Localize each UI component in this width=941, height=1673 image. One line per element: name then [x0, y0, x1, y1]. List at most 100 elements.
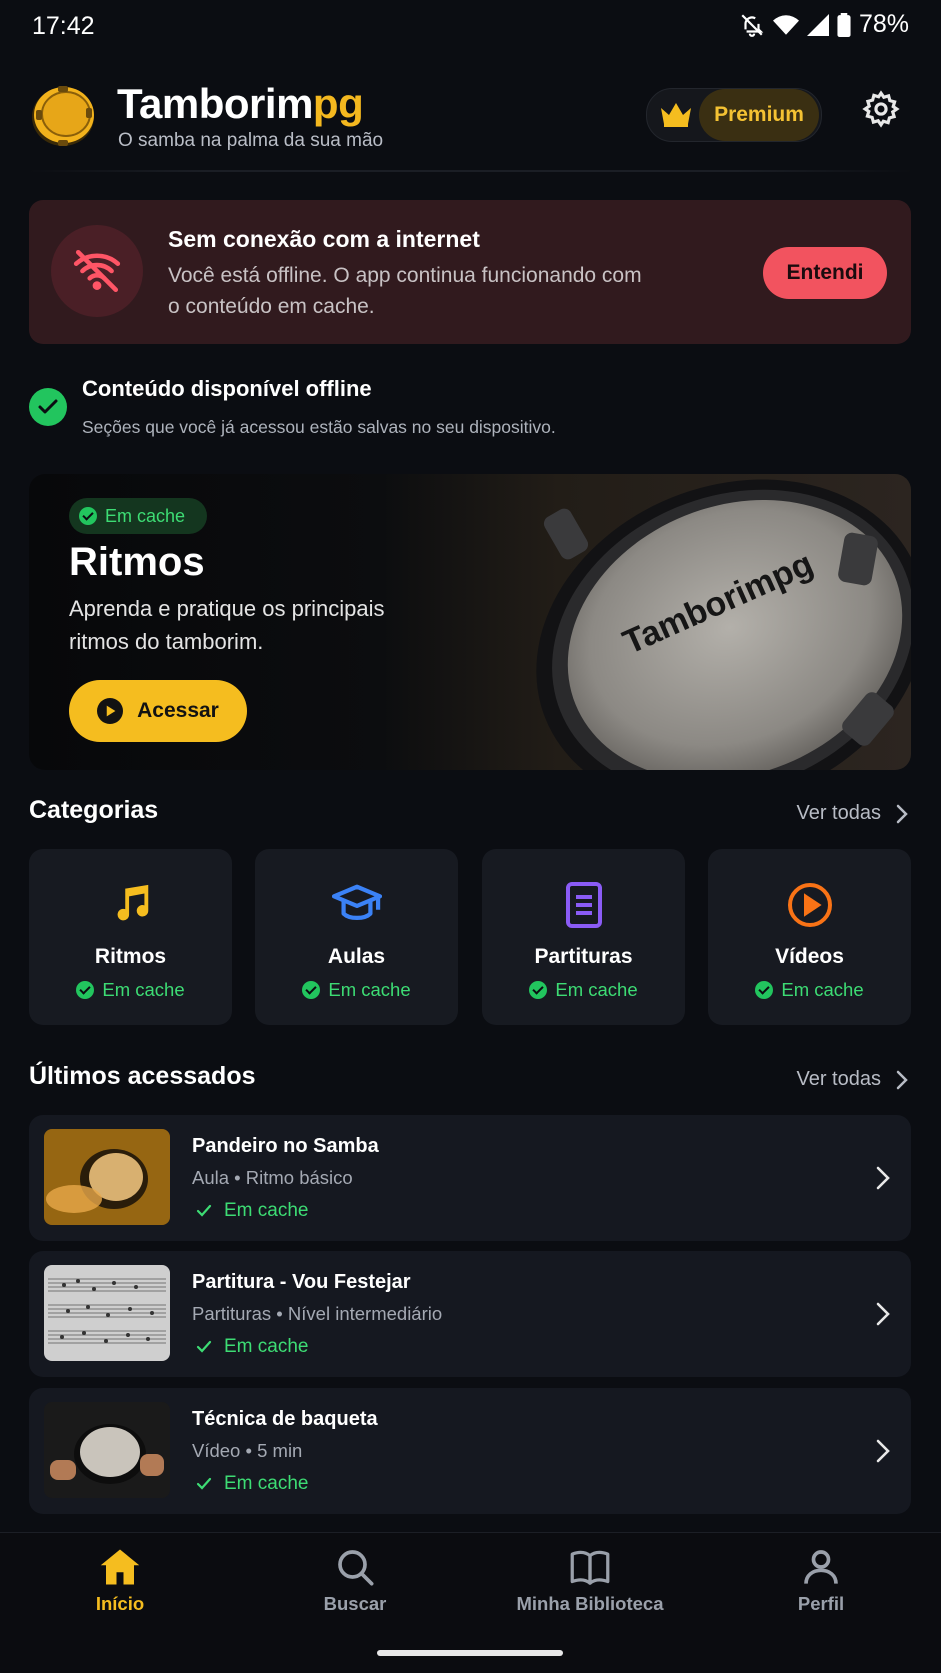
home-icon: [100, 1549, 140, 1585]
check-icon: [196, 1204, 212, 1217]
recent-item-subtitle: Partituras • Nível intermediário: [192, 1303, 443, 1324]
recent-item-status: Em cache: [192, 1473, 308, 1495]
nav-home[interactable]: Início: [35, 1547, 205, 1615]
music-note-icon: [108, 881, 154, 932]
category-status: Em cache: [29, 979, 232, 1001]
categories-title: Categorias: [29, 796, 159, 824]
recent-item-subtitle: Vídeo • 5 min: [192, 1440, 303, 1461]
cache-badge-label: Em cache: [105, 505, 186, 526]
category-name: Ritmos: [94, 945, 167, 968]
category-status-label: Em cache: [328, 979, 411, 1000]
check-circle-icon: [76, 981, 95, 999]
nav-profile-label: Perfil: [797, 1593, 845, 1614]
graduation-cap-icon: [331, 881, 382, 932]
check-circle-icon: [529, 981, 548, 999]
pandeiro-thumbnail: [44, 1129, 170, 1225]
brand-accent: pg: [312, 80, 364, 127]
recent-item-tecnica[interactable]: Técnica de baqueta Vídeo • 5 min Em cach…: [29, 1388, 911, 1514]
hero-description: Aprenda e pratique os principais ritmos …: [69, 596, 385, 654]
sheet-music-thumbnail: [44, 1265, 170, 1361]
recent-item-partitura[interactable]: Partitura - Vou Festejar Partituras • Ní…: [29, 1251, 911, 1377]
nav-profile[interactable]: Perfil: [736, 1547, 906, 1615]
understood-button[interactable]: Entendi: [763, 247, 887, 299]
category-name: Vídeos: [775, 945, 844, 968]
access-button[interactable]: Acessar: [69, 680, 247, 742]
category-card-ritmos[interactable]: Ritmos Em cache: [29, 849, 232, 1025]
recent-item-pandeiro[interactable]: Pandeiro no Samba Aula • Ritmo básico Em…: [29, 1115, 911, 1241]
nav-library[interactable]: Minha Biblioteca: [505, 1547, 675, 1615]
tamborim-drum-image: Tamborimpg: [536, 479, 911, 770]
category-status: Em cache: [255, 979, 458, 1001]
check-circle-icon: [302, 981, 321, 999]
category-card-videos[interactable]: Vídeos Em cache: [708, 849, 911, 1025]
status-bar: 17:42 78%: [0, 0, 941, 56]
user-icon: [804, 1550, 838, 1584]
settings-gear-icon[interactable]: [862, 90, 900, 133]
recent-item-subtitle: Aula • Ritmo básico: [192, 1167, 353, 1188]
category-status-label: Em cache: [555, 979, 638, 1000]
offline-banner: Sem conexão com a internet Você está off…: [29, 200, 911, 344]
status-icons: 78%: [739, 10, 909, 39]
recent-title: Últimos acessados: [29, 1062, 256, 1090]
category-status: Em cache: [708, 979, 911, 1001]
nav-search-label: Buscar: [323, 1593, 387, 1614]
chevron-right-icon: [876, 1302, 890, 1326]
categories-see-all[interactable]: Ver todas: [796, 802, 909, 825]
offline-available-info: Conteúdo disponível offline Seções que v…: [29, 372, 911, 442]
recent-item-status: Em cache: [192, 1336, 308, 1358]
chevron-right-icon: [896, 1070, 908, 1089]
app-header: Tamborimpg O samba na palma da sua mão P…: [0, 60, 941, 170]
check-circle-icon: [29, 388, 67, 426]
recent-item-title: Técnica de baqueta: [192, 1408, 378, 1430]
header-divider: [28, 170, 913, 172]
category-name: Aulas: [327, 945, 386, 968]
baqueta-video-thumbnail: [44, 1402, 170, 1498]
category-card-aulas[interactable]: Aulas Em cache: [255, 849, 458, 1025]
offline-title: Sem conexão com a internet: [168, 226, 480, 252]
nav-search[interactable]: Buscar: [270, 1547, 440, 1615]
check-icon: [196, 1477, 212, 1490]
hero-title: Ritmos: [69, 540, 205, 584]
chevron-right-icon: [876, 1166, 890, 1190]
brand-main: Tamborim: [117, 80, 313, 127]
access-button-label: Acessar: [137, 699, 219, 722]
categories-grid: Ritmos Em cache Aulas Em cache Partitura…: [29, 849, 911, 1025]
bell-off-icon: [739, 12, 765, 38]
offline-description: Você está offline. O app continua funcio…: [168, 264, 642, 318]
cache-badge: Em cache: [69, 498, 207, 534]
chevron-right-icon: [876, 1439, 890, 1463]
category-status-label: Em cache: [781, 979, 864, 1000]
see-all-label: Ver todas: [796, 802, 881, 824]
recent-item-status: Em cache: [192, 1200, 308, 1222]
category-card-partituras[interactable]: Partituras Em cache: [482, 849, 685, 1025]
brand-tagline: O samba na palma da sua mão: [118, 130, 384, 151]
play-icon: [97, 698, 124, 724]
search-icon: [338, 1550, 374, 1586]
recent-item-title: Pandeiro no Samba: [192, 1135, 379, 1157]
crown-icon: [659, 100, 693, 133]
see-all-label: Ver todas: [796, 1068, 881, 1090]
document-icon: [562, 881, 606, 934]
category-status-label: Em cache: [102, 979, 185, 1000]
book-open-icon: [570, 1550, 610, 1585]
battery-icon: [837, 12, 851, 37]
recent-item-title: Partitura - Vou Festejar: [192, 1271, 411, 1293]
check-circle-icon: [79, 507, 97, 525]
play-circle-icon: [786, 881, 834, 934]
wifi-off-icon: [51, 225, 143, 317]
premium-button[interactable]: Premium: [646, 88, 822, 142]
recent-see-all[interactable]: Ver todas: [796, 1068, 909, 1091]
battery-percent: 78%: [858, 10, 909, 38]
nav-home-label: Início: [95, 1593, 145, 1614]
recent-item-status-label: Em cache: [224, 1473, 309, 1494]
category-name: Partituras: [534, 945, 633, 968]
wifi-icon: [772, 14, 799, 36]
offline-available-description: Seções que você já acessou estão salvas …: [82, 417, 556, 437]
check-circle-icon: [755, 981, 774, 999]
tamborim-logo-icon: [28, 80, 98, 150]
category-status: Em cache: [482, 979, 685, 1001]
chevron-right-icon: [896, 804, 908, 823]
hero-card-ritmos[interactable]: Tamborimpg Em cache Ritmos Aprenda e pra…: [29, 474, 911, 770]
premium-label: Premium: [699, 89, 819, 141]
status-time: 17:42: [32, 12, 95, 40]
